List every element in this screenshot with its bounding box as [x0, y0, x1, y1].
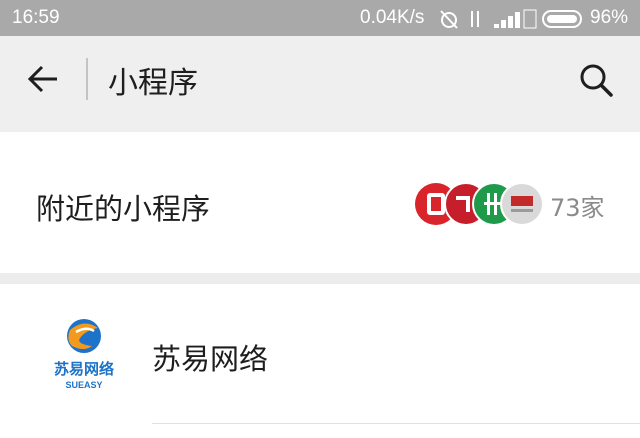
mini-program-list: 苏易网络 SUEASY 苏易网络	[0, 284, 640, 438]
search-icon[interactable]	[578, 62, 614, 98]
battery-icon	[542, 10, 582, 28]
nearby-logos-stack	[415, 182, 544, 226]
app-logo: 苏易网络 SUEASY	[54, 319, 114, 390]
signal-icon	[494, 9, 537, 29]
nearby-logo-icon	[500, 182, 544, 226]
alarm-off-icon	[440, 10, 458, 29]
header-divider	[86, 58, 88, 100]
nearby-count: 73家	[550, 194, 605, 222]
app-logo-text: 苏易网络	[54, 360, 114, 378]
app-name: 苏易网络	[152, 342, 269, 376]
status-bar: 16:59 0.04K/s 96%	[0, 0, 640, 36]
list-item[interactable]: 苏易网络 SUEASY 苏易网络	[0, 284, 640, 424]
data-arrows-icon	[471, 11, 479, 27]
page-title: 小程序	[108, 66, 198, 101]
battery-percent: 96%	[590, 7, 629, 28]
back-arrow-icon[interactable]	[26, 62, 60, 96]
app-logo-subtext: SUEASY	[65, 380, 102, 390]
sueasy-logo-icon	[67, 319, 101, 353]
nearby-label: 附近的小程序	[36, 192, 211, 226]
network-speed: 0.04K/s	[360, 7, 425, 28]
app-header: 小程序	[0, 36, 640, 132]
status-time: 16:59	[12, 7, 60, 28]
item-divider	[152, 423, 640, 424]
nearby-mini-programs-row[interactable]: 附近的小程序 73家	[0, 132, 640, 273]
